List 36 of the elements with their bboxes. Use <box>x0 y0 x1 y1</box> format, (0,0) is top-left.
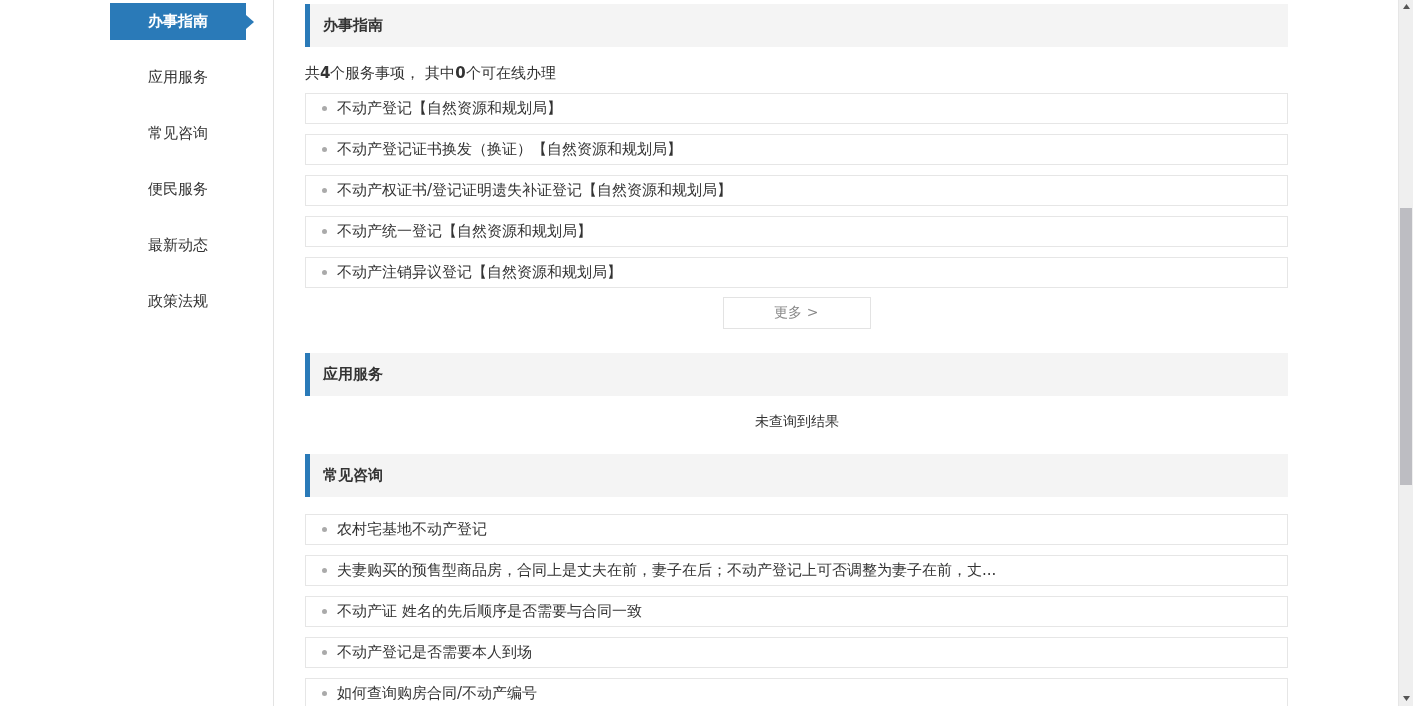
sidebar-tab[interactable]: 政策法规 <box>110 283 246 320</box>
bullet-icon <box>322 690 327 696</box>
bullet-icon <box>322 187 327 193</box>
bullet-icon <box>322 105 327 111</box>
list-item[interactable]: 不动产登记【自然资源和规划局】 <box>305 92 1288 124</box>
list-item[interactable]: 不动产登记是否需要本人到场 <box>305 636 1288 668</box>
sidebar-tab[interactable]: 便民服务 <box>110 171 246 208</box>
list-item[interactable]: 如何查询购房合同/不动产编号 <box>305 677 1288 706</box>
scrollbar-thumb[interactable] <box>1400 208 1412 485</box>
scrollbar[interactable] <box>1398 0 1413 706</box>
bullet-icon <box>322 228 327 234</box>
section-header: 应用服务 <box>305 352 1288 396</box>
list-item[interactable]: 不动产登记证书换发（换证）【自然资源和规划局】 <box>305 133 1288 165</box>
sidebar-tab[interactable]: 应用服务 <box>110 59 246 96</box>
list-item[interactable]: 不动产权证书/登记证明遗失补证登记【自然资源和规划局】 <box>305 174 1288 206</box>
bullet-icon <box>322 649 327 655</box>
scroll-up-icon[interactable] <box>1403 4 1410 9</box>
section-header: 办事指南 <box>305 4 1288 47</box>
pointer-icon <box>246 15 254 29</box>
list-item[interactable]: 不动产统一登记【自然资源和规划局】 <box>305 215 1288 247</box>
summary-text: 共4个服务事项， 其中0个可在线办理 <box>305 63 557 84</box>
list-item[interactable]: 夫妻购买的预售型商品房，合同上是丈夫在前，妻子在后；不动产登记上可否调整为妻子在前，丈... <box>305 554 1288 586</box>
section-header: 常见咨询 <box>305 453 1288 497</box>
scroll-down-icon[interactable] <box>1403 696 1410 701</box>
more-button[interactable]: 更多 > <box>722 296 871 329</box>
sidebar-tab[interactable]: 常见咨询 <box>110 115 246 152</box>
bullet-icon <box>322 608 327 614</box>
bullet-icon <box>322 567 327 573</box>
bullet-icon <box>322 269 327 275</box>
sidebar-tab[interactable]: 最新动态 <box>110 227 246 264</box>
list-item[interactable]: 农村宅基地不动产登记 <box>305 513 1288 545</box>
bullet-icon <box>322 146 327 152</box>
bullet-icon <box>322 526 327 532</box>
empty-message: 未查询到结果 <box>754 411 839 431</box>
list-item[interactable]: 不动产注销异议登记【自然资源和规划局】 <box>305 256 1288 288</box>
list-item[interactable]: 不动产证 姓名的先后顺序是否需要与合同一致 <box>305 595 1288 627</box>
